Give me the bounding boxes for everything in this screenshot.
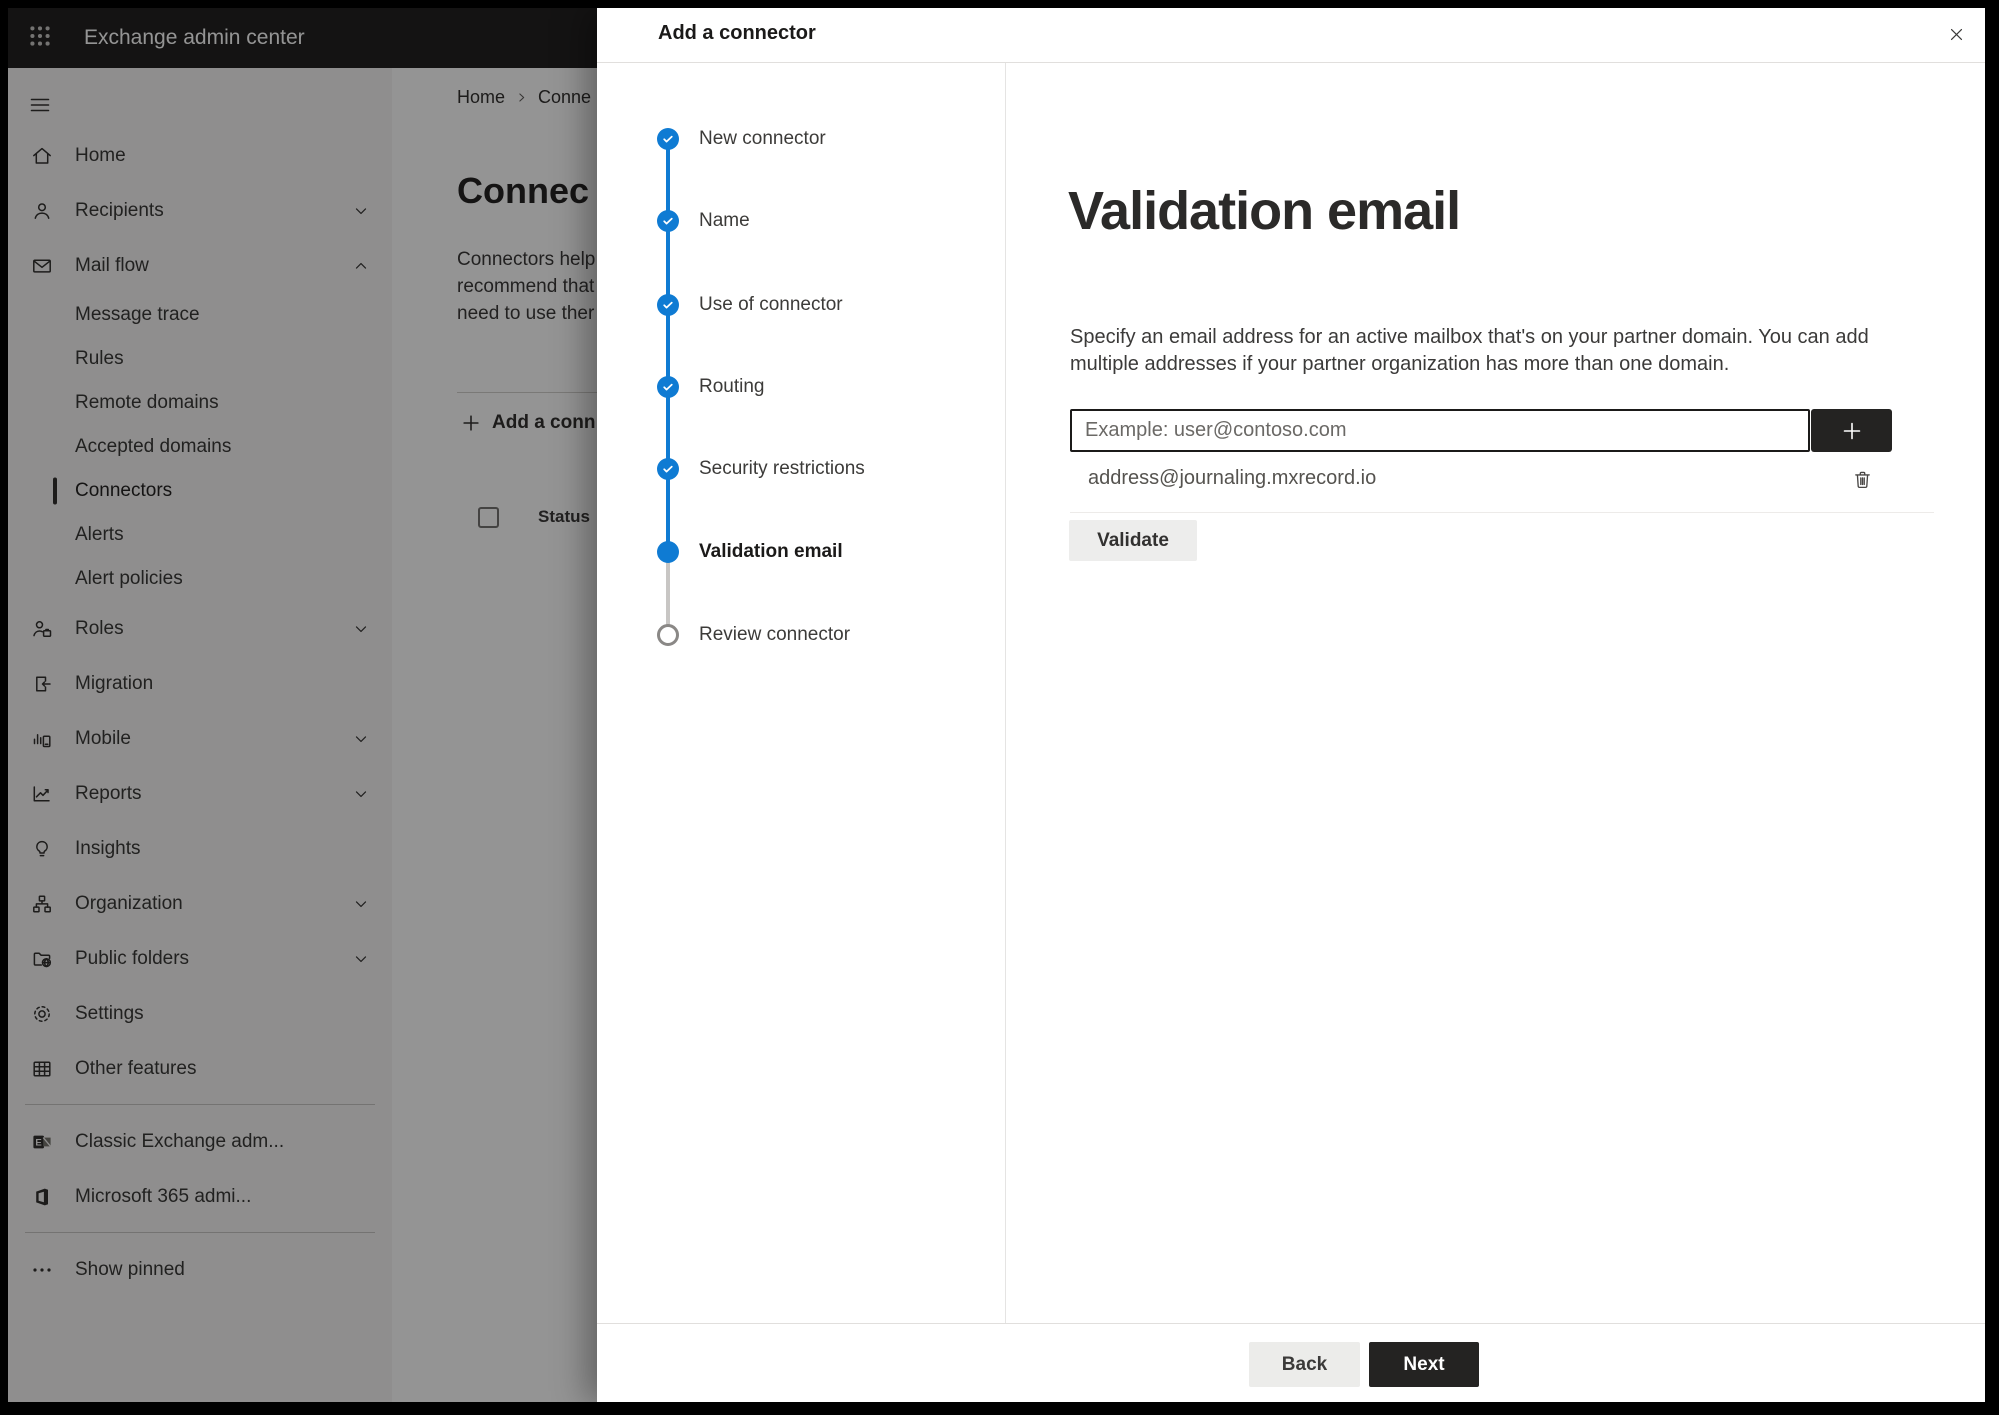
address-row: address@journaling.mxrecord.io	[597, 456, 1985, 512]
step-label-name[interactable]: Name	[699, 208, 750, 234]
step-description-line: Specify an email address for an active m…	[1070, 326, 1869, 348]
step-circle-routing[interactable]	[657, 376, 679, 398]
next-button[interactable]: Next	[1369, 1342, 1479, 1387]
step-label-routing[interactable]: Routing	[699, 374, 765, 400]
trash-icon	[1851, 468, 1874, 491]
back-button[interactable]: Back	[1249, 1342, 1360, 1387]
step-label-new-connector[interactable]: New connector	[699, 126, 826, 152]
screen: Exchange admin center Home Recipients Mail…	[0, 0, 1999, 1415]
close-icon	[1948, 26, 1965, 43]
validation-email-input[interactable]	[1070, 409, 1810, 452]
step-label-review-connector[interactable]: Review connector	[699, 622, 850, 648]
step-circle-use-of-connector[interactable]	[657, 294, 679, 316]
step-circle-new-connector[interactable]	[657, 128, 679, 150]
step-description-line: multiple addresses if your partner organ…	[1070, 353, 1730, 375]
stepper-line-todo	[666, 552, 670, 635]
step-circle-validation-email[interactable]	[657, 541, 679, 563]
wizard-stepper: New connector Name Use of connector Routing…	[597, 8, 1005, 708]
step-label-use-of-connector[interactable]: Use of connector	[699, 292, 843, 318]
step-description: Specify an email address for an active m…	[1070, 324, 1869, 378]
add-email-button[interactable]	[1811, 409, 1892, 452]
close-button[interactable]	[1941, 19, 1971, 49]
step-label-validation-email[interactable]: Validation email	[699, 539, 843, 565]
check-icon	[661, 298, 675, 312]
delete-address-button[interactable]	[1845, 460, 1879, 498]
app-window: Exchange admin center Home Recipients Mail…	[8, 8, 1985, 1402]
plus-icon	[1840, 419, 1864, 443]
add-connector-modal: Add a connector New connector Name Use of …	[597, 8, 1985, 1402]
step-circle-name[interactable]	[657, 210, 679, 232]
address-row-divider	[1070, 512, 1934, 513]
validate-button[interactable]: Validate	[1069, 520, 1197, 561]
check-icon	[661, 132, 675, 146]
stepper-content-divider	[1005, 63, 1006, 1323]
modal-footer-divider	[597, 1323, 1985, 1324]
check-icon	[661, 380, 675, 394]
check-icon	[661, 214, 675, 228]
address-text: address@journaling.mxrecord.io	[1088, 467, 1377, 489]
step-heading: Validation email	[1068, 181, 1461, 241]
step-circle-review-connector[interactable]	[657, 624, 679, 646]
